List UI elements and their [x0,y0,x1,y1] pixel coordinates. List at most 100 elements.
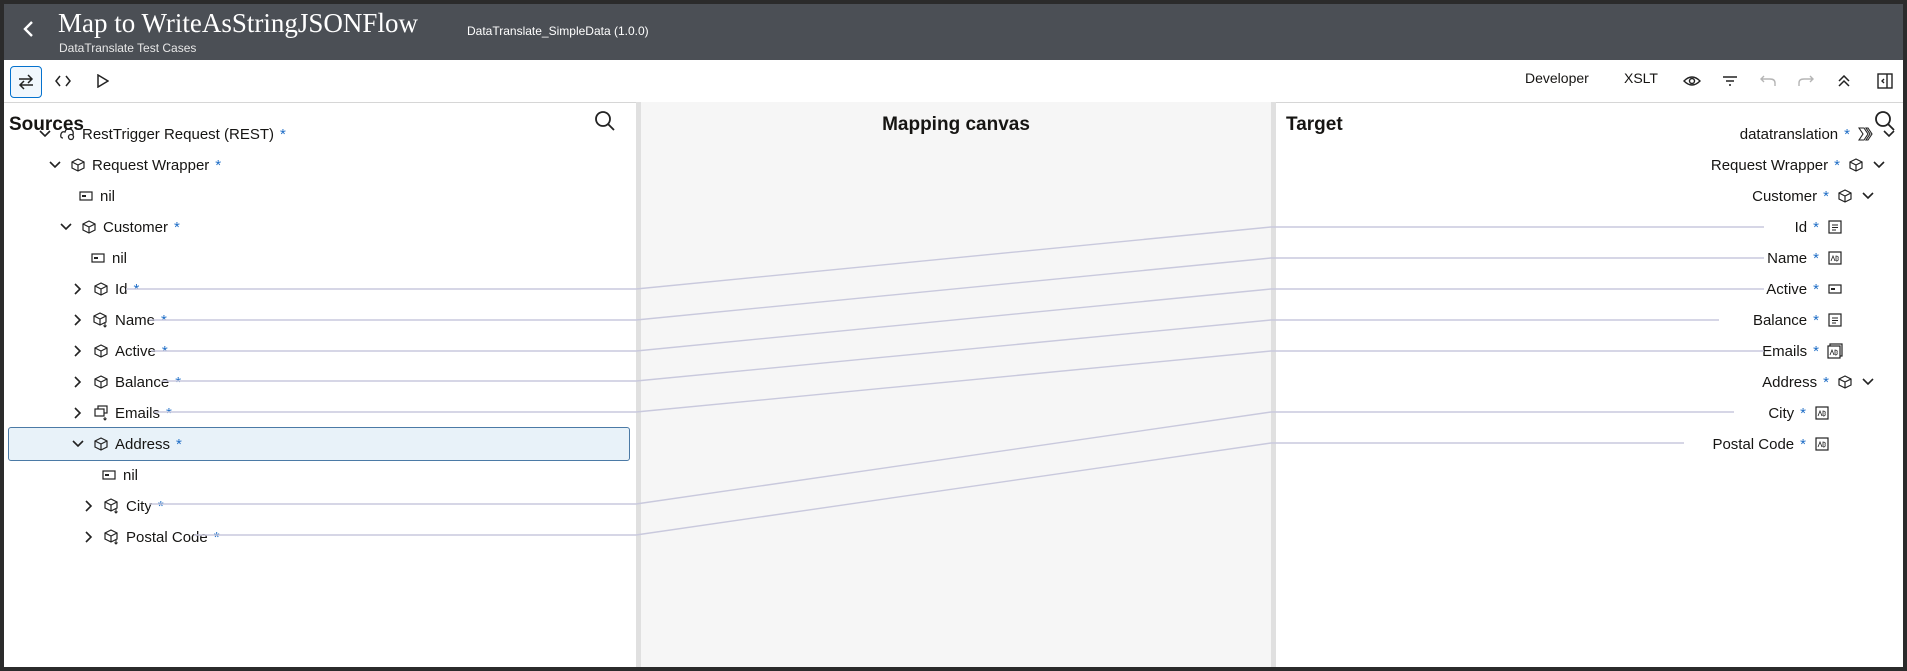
source-node-active[interactable]: Active * [71,336,168,366]
chevron-down-icon[interactable] [1861,189,1875,203]
target-label: Customer [1752,187,1818,205]
required-marker: * [280,125,286,143]
required-marker: * [175,373,182,391]
view-button[interactable] [1677,66,1707,96]
target-label: Name [1767,249,1808,267]
chevron-right-icon[interactable] [71,375,85,389]
target-node-address[interactable]: Address * [1762,367,1875,397]
chevron-down-icon[interactable] [71,437,85,451]
chevron-down-icon[interactable] [59,220,73,234]
required-marker: * [161,311,167,329]
required-marker: * [176,435,182,453]
source-label: Name [115,311,156,329]
target-node-balance[interactable]: Balance * [1753,305,1843,335]
target-label: Active [1766,280,1808,298]
toggle-panel-button[interactable] [1870,66,1900,96]
redo-icon [1798,75,1814,86]
source-node-name[interactable]: Name * [71,305,167,335]
chevron-down-icon[interactable] [1882,127,1896,141]
source-node-postal-code[interactable]: Postal Code * [82,522,220,552]
target-node-emails[interactable]: Emails * [1762,336,1843,366]
source-label: Active [115,342,156,360]
source-label: Postal Code [126,528,208,546]
source-node-customer[interactable]: Customer * [59,212,180,242]
mapper-view-button[interactable] [10,66,42,98]
source-label: Emails [115,404,161,422]
target-node-request-wrapper[interactable]: Request Wrapper * [1711,150,1886,180]
source-node-request-wrapper[interactable]: Request Wrapper * [48,150,221,180]
source-node-emails[interactable]: Emails * [71,398,172,428]
chevron-left-icon [23,21,33,37]
undo-icon [1760,75,1776,86]
object-choice-icon [104,529,120,545]
target-label: Emails [1762,342,1808,360]
object-choice-icon [93,312,109,328]
developer-mode-button[interactable]: Developer [1525,70,1589,86]
required-marker: * [213,528,220,546]
mapping-canvas[interactable]: Mapping canvas [641,102,1271,667]
source-node-id[interactable]: Id * [71,274,139,304]
chevron-right-icon[interactable] [71,406,85,420]
source-node-nil[interactable]: nil [101,460,138,490]
toolbar: Developer XSLT [4,60,1903,103]
chevron-right-icon[interactable] [71,313,85,327]
object-cube-icon [81,219,97,235]
chevron-down-icon[interactable] [48,158,62,172]
target-title: Target [1286,114,1343,135]
target-node-active[interactable]: Active * [1766,274,1843,304]
attribute-icon [78,188,94,204]
string-field-icon [1827,250,1843,266]
code-view-button[interactable] [48,66,78,96]
attribute-icon [90,250,106,266]
target-node-id[interactable]: Id * [1795,212,1843,242]
required-marker: * [1813,249,1819,267]
boolean-field-icon [1827,281,1843,297]
chevron-right-icon[interactable] [71,282,85,296]
page-title: Map to WriteAsStringJSONFlow [58,8,418,38]
test-button[interactable] [88,66,118,96]
target-label: Balance [1752,311,1808,329]
target-node-name[interactable]: Name * [1767,243,1843,273]
target-node-datatranslation[interactable]: datatranslation * [1740,119,1896,149]
number-field-icon [1827,219,1843,235]
chevron-down-icon[interactable] [1872,158,1886,172]
target-node-postal-code[interactable]: Postal Code * [1712,429,1830,459]
source-label: Customer [103,218,169,236]
source-node-nil[interactable]: nil [78,181,115,211]
source-label: nil [112,249,128,267]
target-node-customer[interactable]: Customer * [1752,181,1875,211]
required-marker: * [1813,218,1819,236]
xslt-button[interactable]: XSLT [1624,70,1658,86]
object-cube-icon [93,436,109,452]
source-node-balance[interactable]: Balance * [71,367,181,397]
source-node-address[interactable]: Address * [8,427,630,461]
attribute-icon [101,467,117,483]
target-node-city[interactable]: City * [1768,398,1830,428]
required-marker: * [1800,404,1806,422]
chevron-right-icon[interactable] [82,530,96,544]
source-label: RestTrigger Request (REST) [82,125,274,143]
source-node-city[interactable]: City * [82,491,164,521]
chevron-down-icon[interactable] [38,127,52,141]
chevron-right-icon[interactable] [71,344,85,358]
swap-arrows-icon [18,74,34,90]
app-header: Map to WriteAsStringJSONFlow DataTransla… [4,4,1903,60]
chevron-right-icon[interactable] [82,499,96,513]
required-marker: * [1813,311,1819,329]
object-cube-icon [1837,188,1853,204]
collapse-all-button[interactable] [1829,66,1859,96]
undo-button[interactable] [1753,66,1783,96]
redo-button[interactable] [1791,66,1821,96]
source-label: Id [115,280,128,298]
filter-button[interactable] [1715,66,1745,96]
sources-search-button[interactable] [594,110,620,136]
chevron-down-icon[interactable] [1861,375,1875,389]
search-icon [595,111,615,131]
required-marker: * [157,497,164,515]
back-button[interactable] [14,16,44,46]
source-label: nil [123,466,139,484]
object-cube-icon [1837,374,1853,390]
source-node-resttrigger[interactable]: RestTrigger Request (REST) * [38,119,286,149]
target-label: City [1768,404,1795,422]
source-node-nil[interactable]: nil [90,243,127,273]
